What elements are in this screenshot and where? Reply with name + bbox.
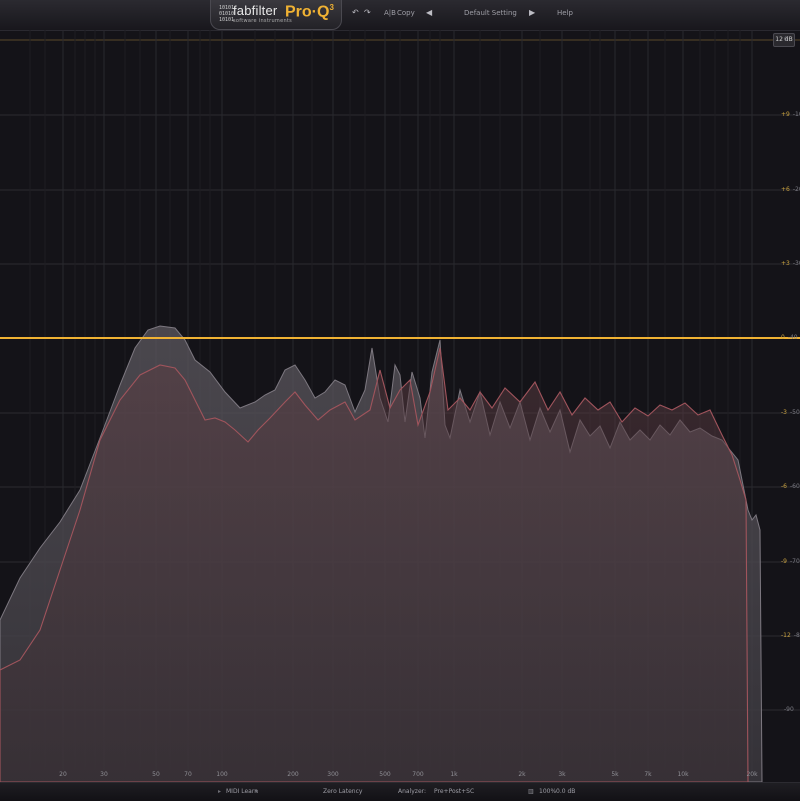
frequency-label: 300 <box>327 771 339 778</box>
footer-bar: ▸ MIDI Learn ▾ Zero Latency Analyzer: Pr… <box>0 782 800 801</box>
gain-label: -6 -60 <box>781 483 800 490</box>
product-version: 3 <box>329 3 334 12</box>
frequency-label: 50 <box>152 771 160 778</box>
preset-name[interactable]: Default Setting <box>464 9 517 17</box>
redo-button[interactable]: ↷ <box>364 8 371 17</box>
product-name: Pro·Q3 <box>285 3 334 21</box>
spectrum-level-label: -50 <box>789 409 800 416</box>
frequency-label: 700 <box>412 771 424 778</box>
frequency-label: 200 <box>287 771 299 778</box>
spectrum-level-label: -60 <box>789 483 800 490</box>
spectrum-level-label: 0 <box>784 36 788 43</box>
spectrum-level-label: -80 <box>793 632 800 639</box>
undo-button[interactable]: ↶ <box>352 8 359 17</box>
preset-next-button[interactable]: ▶ <box>529 8 535 17</box>
gain-label: -3 -50 <box>781 409 800 416</box>
ab-compare-button[interactable]: A|B <box>384 9 396 17</box>
zoom-button[interactable]: 100% <box>539 788 556 795</box>
logo-subtext: software instruments <box>233 18 293 24</box>
midi-dropdown-icon[interactable]: ▾ <box>255 788 258 795</box>
eq-display[interactable] <box>0 30 800 782</box>
midi-learn-button[interactable]: MIDI Learn <box>226 788 258 795</box>
spectrum-level-label: -20 <box>792 186 800 193</box>
spectrum-level-label: -30 <box>792 260 800 267</box>
gain-label: +9-10 <box>781 111 800 118</box>
midi-arrow-icon: ▸ <box>218 788 222 795</box>
fabfilter-logo-icon: 10101 01010 10101 <box>219 5 235 23</box>
eq-gain-label: -12 <box>781 632 791 639</box>
eq-gain-label: 0 <box>781 334 785 341</box>
gain-label: +6-20 <box>781 186 800 193</box>
eq-gain-label: -3 <box>781 409 787 416</box>
brand-plate: 10101 01010 10101 fabfilter software ins… <box>210 0 342 30</box>
preset-prev-button[interactable]: ◀ <box>426 8 432 17</box>
frequency-label: 7k <box>644 771 652 778</box>
frequency-label: 20k <box>746 771 758 778</box>
header-bar: 10101 01010 10101 fabfilter software ins… <box>0 0 800 31</box>
gain-label: +3-30 <box>781 260 800 267</box>
analyzer-label: Analyzer: <box>398 788 427 795</box>
output-gain-value[interactable]: 0.0 dB <box>556 788 575 795</box>
gain-label: 0 <box>781 36 788 43</box>
frequency-label: 100 <box>216 771 228 778</box>
spectrum-level-label: -40 <box>787 334 798 341</box>
frequency-label: 500 <box>379 771 391 778</box>
frequency-label: 3k <box>558 771 566 778</box>
frequency-label: 2k <box>518 771 526 778</box>
gain-label: -9 -70 <box>781 558 800 565</box>
spectrum-level-label: -90 <box>784 706 794 713</box>
frequency-label: 10k <box>677 771 689 778</box>
eq-gain-label: -6 <box>781 483 787 490</box>
eq-gain-label: -9 <box>781 558 787 565</box>
analyzer-mode-button[interactable]: Pre+Post+SC <box>434 788 474 795</box>
eq-gain-label: +6 <box>781 186 790 193</box>
frequency-label: 70 <box>184 771 192 778</box>
help-button[interactable]: Help <box>557 9 573 17</box>
copy-button[interactable]: Copy <box>397 9 415 17</box>
gain-label: 0 -40 <box>781 334 798 341</box>
frequency-label: 30 <box>100 771 108 778</box>
eq-gain-label: +9 <box>781 111 790 118</box>
logo-text: fabfilter <box>233 3 278 18</box>
product-title: Pro·Q <box>285 3 330 21</box>
spectrum-level-label: -10 <box>792 111 800 118</box>
gain-label: -90 <box>781 706 794 713</box>
latency-mode-button[interactable]: Zero Latency <box>323 788 362 795</box>
frequency-label: 1k <box>450 771 458 778</box>
gain-label: -12-80 <box>781 632 800 639</box>
eq-gain-label: +3 <box>781 260 790 267</box>
spectrum-level-label: -70 <box>789 558 800 565</box>
zoom-icon: ▥ <box>528 788 534 795</box>
frequency-label: 20 <box>59 771 67 778</box>
frequency-label: 5k <box>611 771 619 778</box>
